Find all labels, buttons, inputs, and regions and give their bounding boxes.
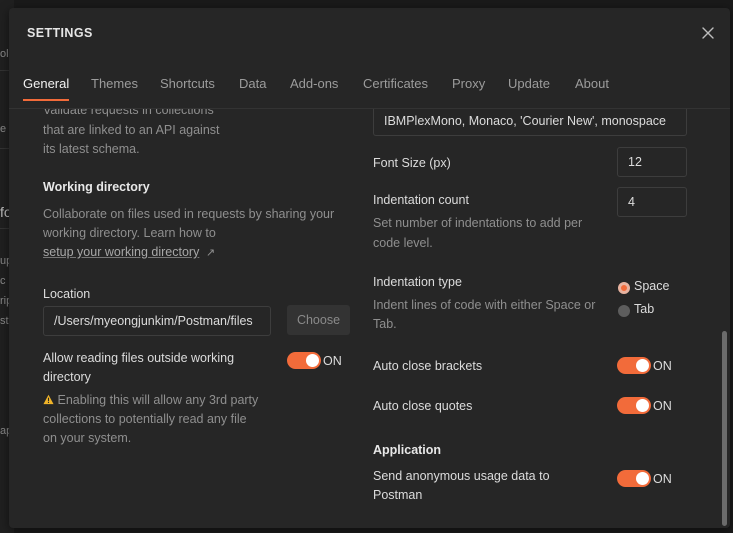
setup-working-directory-link[interactable]: setup your working directory	[43, 245, 199, 259]
indentation-count-input[interactable]: 4	[617, 187, 687, 217]
usage-data-toggle[interactable]	[617, 470, 651, 487]
allow-outside-label: Allow reading files outside working	[43, 351, 235, 365]
font-family-input[interactable]: IBMPlexMono, Monaco, 'Courier New', mono…	[373, 109, 687, 136]
close-button[interactable]	[700, 25, 716, 41]
settings-tabs: General Themes Shortcuts Data Add-ons Ce…	[9, 70, 730, 109]
settings-content: Validate requests in collections that ar…	[9, 109, 730, 528]
tab-about[interactable]: About	[575, 76, 609, 100]
auto-close-brackets-toggle[interactable]	[617, 357, 651, 374]
modal-title: SETTINGS	[27, 26, 93, 40]
close-icon	[702, 27, 714, 39]
indent-tab-label: Tab	[634, 302, 655, 316]
modal-header: SETTINGS	[9, 8, 730, 60]
usage-data-label: Postman	[373, 488, 423, 502]
warning-icon	[43, 394, 54, 405]
working-directory-link-line: setup your working directory ↗	[43, 243, 215, 263]
working-directory-desc: Collaborate on files used in requests by…	[43, 207, 335, 221]
auto-close-quotes-state: ON	[653, 399, 672, 413]
warning-text: Enabling this will allow any 3rd party	[43, 391, 258, 410]
auto-close-brackets-label: Auto close brackets	[373, 359, 483, 373]
warning-line: collections to potentially read any file	[43, 412, 247, 426]
validate-desc-line: its latest schema.	[43, 142, 140, 156]
indentation-type-desc: Tab.	[373, 317, 397, 331]
auto-close-brackets-state: ON	[653, 359, 672, 373]
external-link-icon: ↗	[205, 247, 216, 259]
tab-certificates[interactable]: Certificates	[363, 76, 428, 100]
indentation-count-desc: code level.	[373, 236, 433, 250]
content-scrollbar[interactable]	[722, 331, 727, 526]
auto-close-quotes-label: Auto close quotes	[373, 399, 473, 413]
font-size-label: Font Size (px)	[373, 156, 451, 170]
allow-outside-toggle-state: ON	[323, 354, 342, 368]
choose-button[interactable]: Choose	[287, 305, 350, 335]
warning-line: Enabling this will allow any 3rd party	[57, 393, 259, 407]
settings-modal: SETTINGS General Themes Shortcuts Data A…	[9, 8, 730, 528]
indentation-count-label: Indentation count	[373, 193, 469, 207]
warning-line: on your system.	[43, 431, 132, 445]
auto-close-quotes-toggle[interactable]	[617, 397, 651, 414]
allow-outside-label: directory	[43, 370, 91, 384]
tab-shortcuts[interactable]: Shortcuts	[160, 76, 215, 100]
tab-general[interactable]: General	[23, 76, 70, 101]
tab-proxy[interactable]: Proxy	[452, 76, 485, 100]
location-input[interactable]: /Users/myeongjunkim/Postman/files	[43, 306, 271, 336]
allow-outside-toggle[interactable]	[287, 352, 321, 369]
usage-data-state: ON	[653, 472, 672, 486]
tab-add-ons[interactable]: Add-ons	[290, 76, 338, 100]
working-directory-desc: working directory. Learn how to	[43, 226, 216, 240]
indent-tab-radio[interactable]	[618, 305, 630, 317]
tab-themes[interactable]: Themes	[91, 76, 138, 100]
validate-desc-line: that are linked to an API against	[43, 123, 220, 137]
indent-space-label: Space	[634, 279, 670, 293]
indentation-count-desc: Set number of indentations to add per	[373, 216, 583, 230]
usage-data-label: Send anonymous usage data to	[373, 469, 550, 483]
indentation-type-label: Indentation type	[373, 275, 462, 289]
indentation-type-desc: Indent lines of code with either Space o…	[373, 298, 596, 312]
application-heading: Application	[373, 443, 442, 457]
tab-data[interactable]: Data	[239, 76, 266, 100]
validate-desc-line: Validate requests in collections	[43, 109, 214, 117]
indent-space-radio[interactable]	[618, 282, 630, 294]
tab-update[interactable]: Update	[508, 76, 550, 100]
font-size-input[interactable]: 12	[617, 147, 687, 177]
location-label: Location	[43, 287, 91, 301]
working-directory-heading: Working directory	[43, 180, 150, 194]
